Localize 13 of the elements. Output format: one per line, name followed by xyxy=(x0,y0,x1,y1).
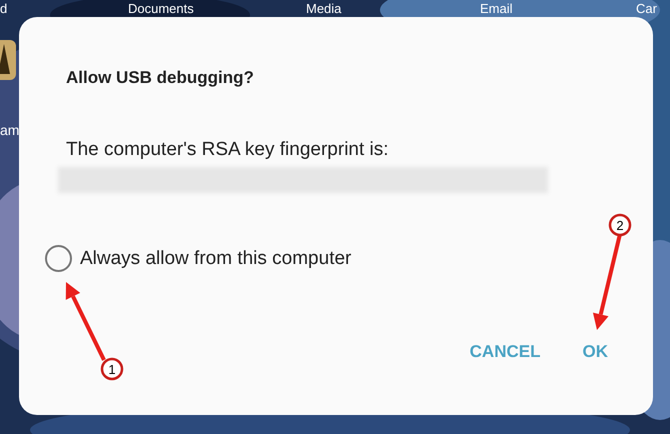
radio-button[interactable] xyxy=(45,245,72,272)
dialog-title: Allow USB debugging? xyxy=(66,67,255,89)
app-label[interactable]: am xyxy=(0,122,20,138)
callout-badge: 2 xyxy=(608,214,632,236)
app-label[interactable]: d xyxy=(0,1,8,16)
app-label[interactable]: Documents xyxy=(128,1,194,16)
message-text: The computer's RSA key fingerprint is: xyxy=(66,138,390,162)
option-label[interactable]: Always allow from this computer xyxy=(80,246,352,270)
app-label[interactable]: Email xyxy=(480,1,513,16)
app-icon[interactable] xyxy=(0,40,16,80)
app-label[interactable]: Car xyxy=(636,1,657,16)
callout-badge: 1 xyxy=(100,358,124,380)
app-label[interactable]: Media xyxy=(306,1,342,16)
